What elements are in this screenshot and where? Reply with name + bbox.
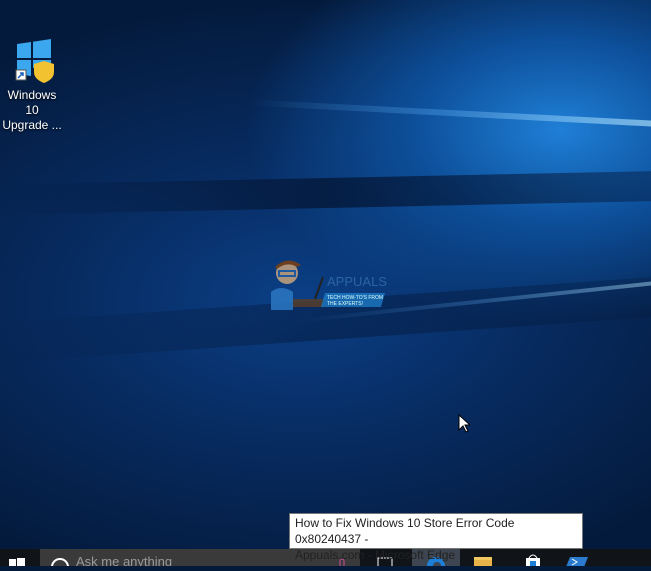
svg-text:APPUALS: APPUALS [327, 274, 387, 289]
start-button[interactable] [0, 549, 40, 566]
taskbar-tooltip: How to Fix Windows 10 Store Error Code 0… [289, 513, 583, 562]
desktop-icon-windows-10-upgrade[interactable]: Windows 10 Upgrade ... [0, 38, 64, 133]
wallpaper-beam [0, 171, 651, 215]
tooltip-line: How to Fix Windows 10 Store Error Code 0… [295, 516, 515, 546]
cortana-icon [51, 558, 69, 566]
wallpaper-light [250, 99, 651, 127]
appuals-watermark: APPUALS TECH HOW-TO'S FROM THE EXPERTS! [265, 255, 390, 313]
windows-logo-icon [9, 558, 25, 566]
mouse-cursor-icon [458, 414, 470, 433]
desktop[interactable]: Windows 10 Upgrade ... APPUALS TECH HOW-… [0, 0, 651, 549]
icon-label: Windows 10 [7, 88, 57, 117]
icon-label: Upgrade ... [2, 118, 62, 132]
windows-upgrade-icon [15, 39, 54, 83]
tooltip-line: Appuals.com - Microsoft Edge [295, 548, 456, 562]
search-placeholder: Ask me anything [76, 554, 173, 566]
svg-text:THE EXPERTS!: THE EXPERTS! [327, 301, 363, 307]
